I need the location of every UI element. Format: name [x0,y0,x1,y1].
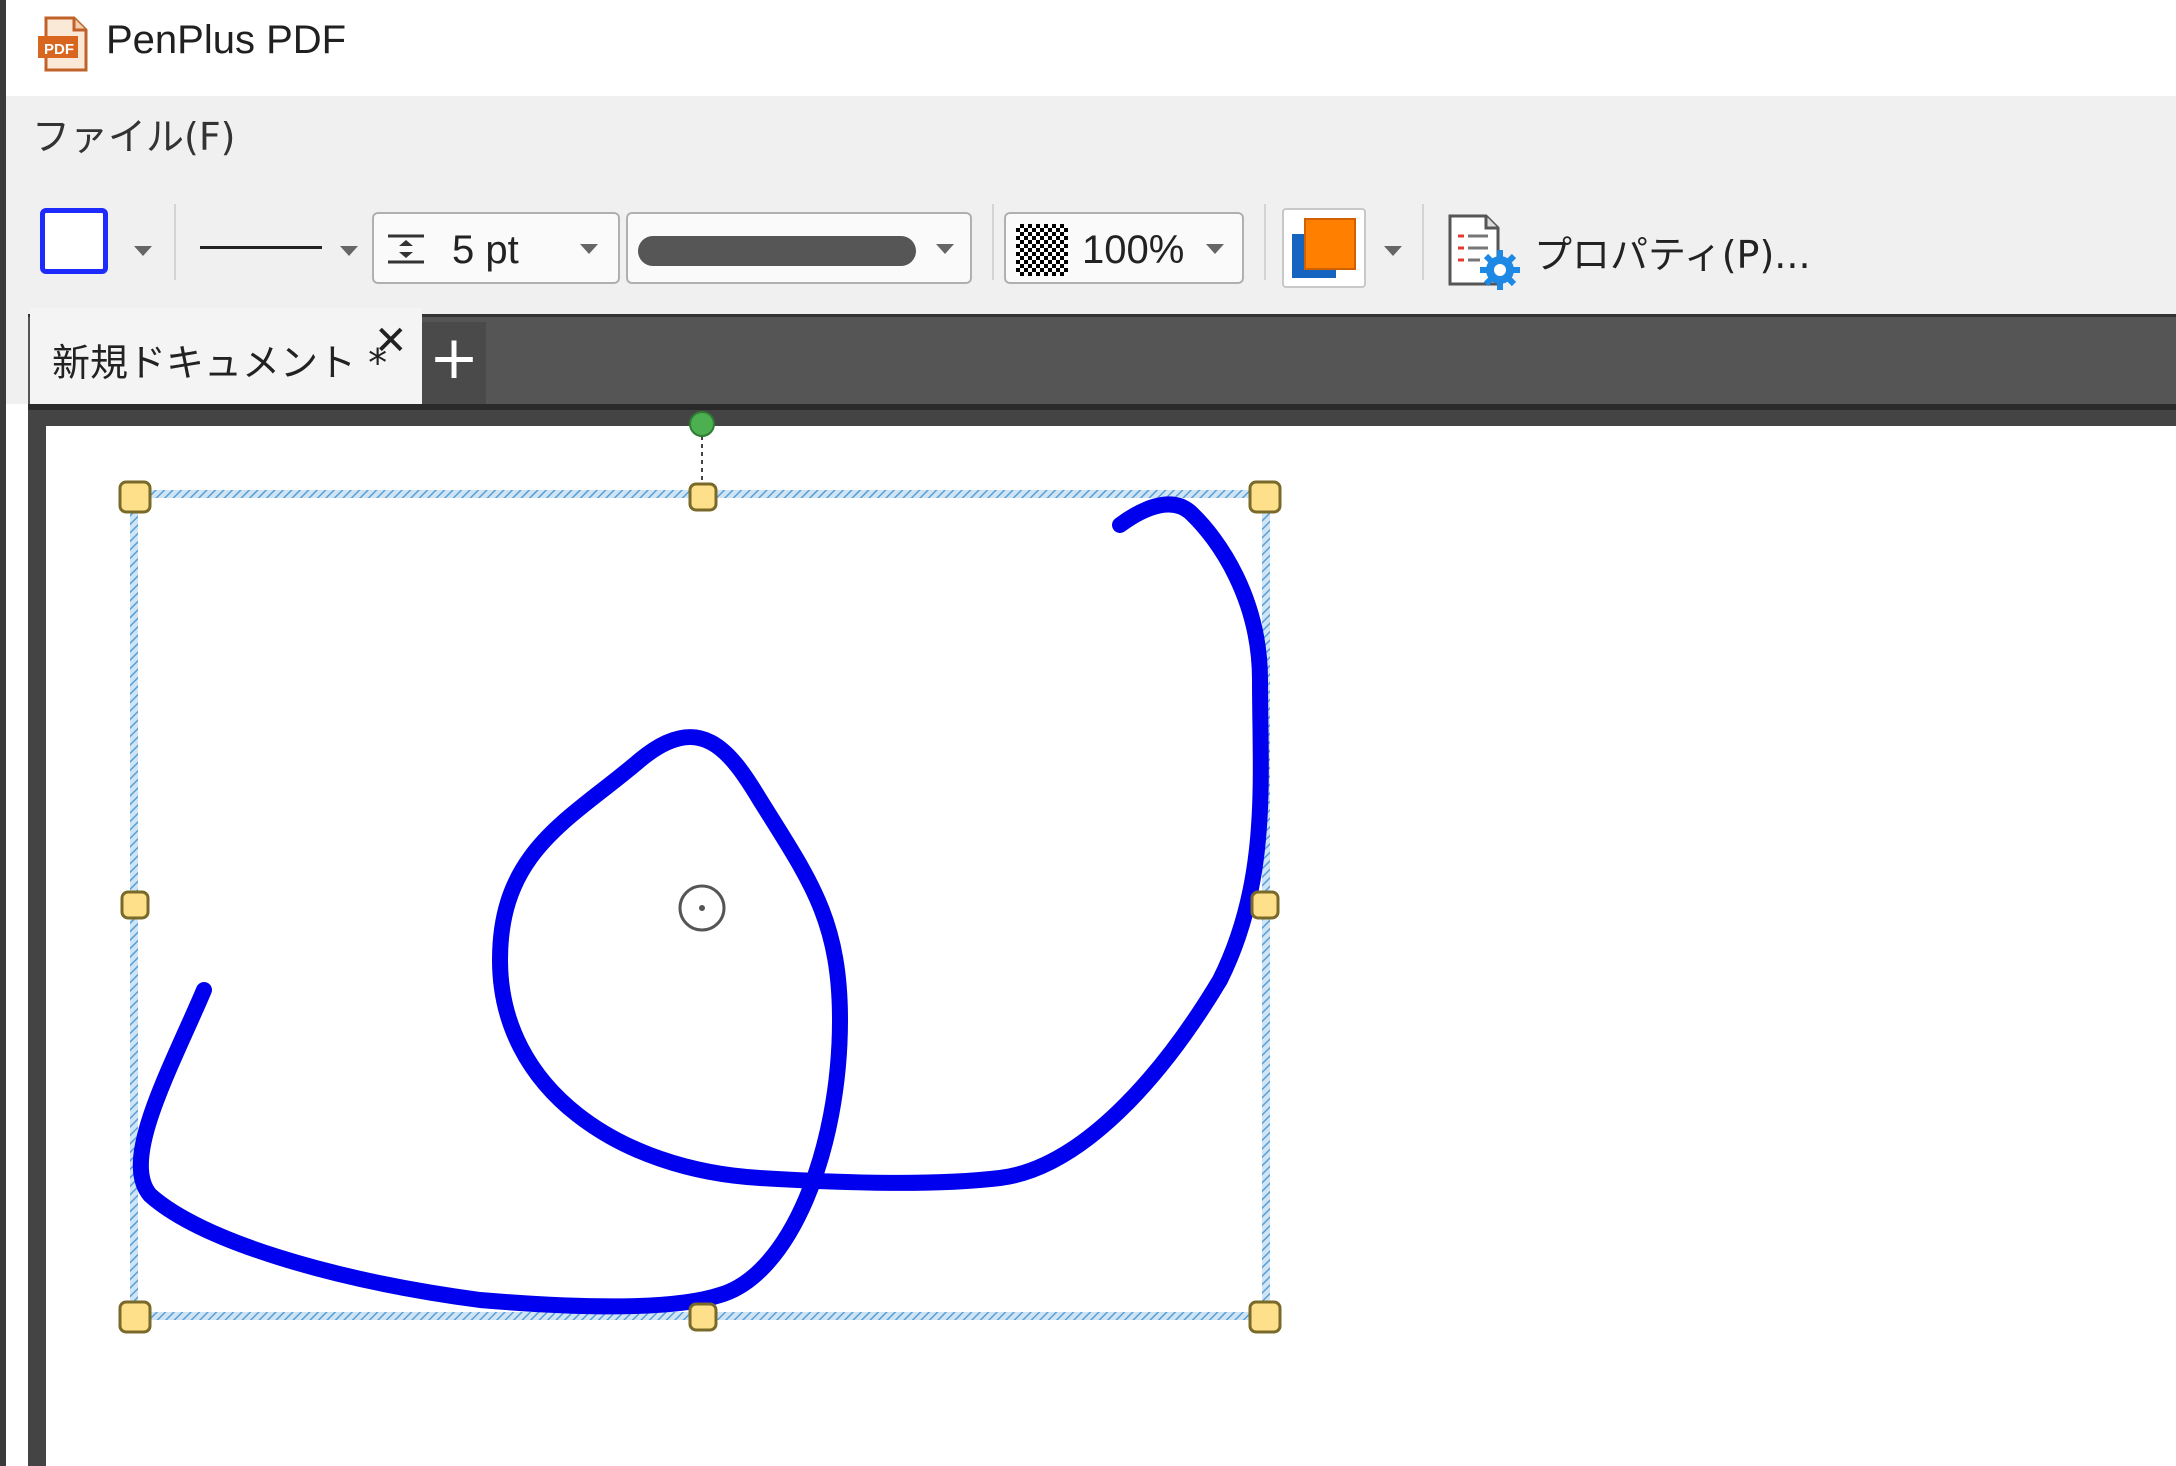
resize-handle-top-left [118,480,152,514]
rotate-handle[interactable] [689,411,715,437]
resize-handle-bottom-left [118,1300,152,1334]
selection-box[interactable] [130,490,1270,1320]
drawing-overlay [118,411,1282,1334]
resize-handle-bottom [688,1302,718,1332]
resize-handle-top-right [1248,480,1282,514]
resize-handle-top [688,482,718,512]
resize-handle-bottom-right [1248,1300,1282,1334]
resize-handle-left [120,890,150,920]
resize-handle-right [1250,890,1280,920]
app-window: PDF PenPlus PDF ファイル(F) 5 pt 100% プロパティ(… [0,0,2176,1466]
